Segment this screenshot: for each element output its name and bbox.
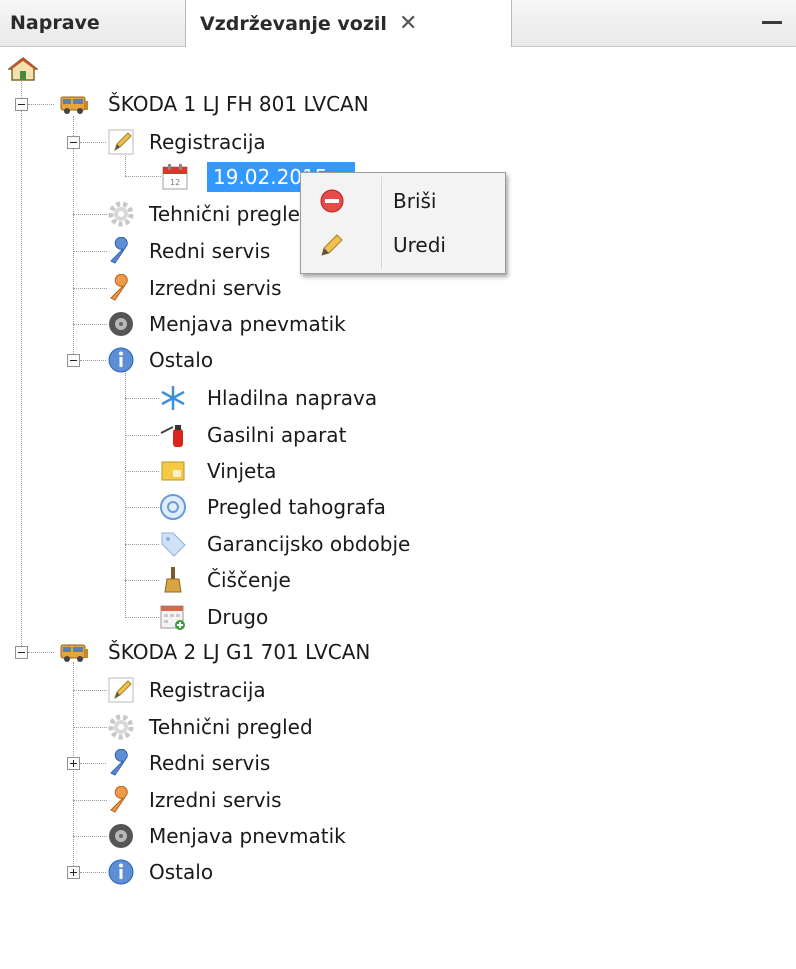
context-menu-delete-label: Briši xyxy=(393,189,437,213)
tree-node-label: Izredni servis xyxy=(149,276,282,300)
orange-wrench-icon xyxy=(110,274,128,301)
tree-node-technical-inspection[interactable]: Tehnični pregled xyxy=(107,197,313,231)
tachograph-icon xyxy=(160,494,186,520)
tree-node-technical-inspection[interactable]: Tehnični pregled xyxy=(107,710,313,744)
tree-node-label: Gasilni aparat xyxy=(207,423,347,447)
vehicle-name: ŠKODA 1 LJ FH 801 LVCAN xyxy=(108,92,369,116)
tree-node-label: Redni servis xyxy=(149,751,271,775)
tree-node-label: Pregled tahografa xyxy=(207,495,386,519)
tree-node-regular-service[interactable]: Redni servis xyxy=(107,746,270,780)
tree-node-label: Hladilna naprava xyxy=(207,386,378,410)
delete-icon xyxy=(320,189,344,213)
context-menu-edit[interactable]: Uredi xyxy=(305,223,499,267)
collapse-toggle-registration-1[interactable] xyxy=(67,136,80,149)
tree-node-tire-change[interactable]: Menjava pnevmatik xyxy=(107,307,346,341)
gear-icon xyxy=(108,714,134,740)
broom-icon xyxy=(164,567,182,593)
blue-wrench-icon xyxy=(110,749,128,776)
pencil-icon xyxy=(108,129,134,155)
info-icon xyxy=(108,347,134,373)
tree-node-label: Ostalo xyxy=(149,348,214,372)
context-menu-delete[interactable]: Briši xyxy=(305,179,499,223)
tree-node-label: Čiščenje xyxy=(207,568,291,592)
tab-vehicle-maintenance[interactable]: Vzdrževanje vozil ✕ xyxy=(185,0,512,47)
truck-icon xyxy=(60,644,88,662)
tree-node-vehicle-2[interactable]: ŠKODA 2 LJ G1 701 LVCAN xyxy=(54,635,370,669)
tree-node-extra-service[interactable]: Izredni servis xyxy=(107,271,282,305)
tree-node-warranty[interactable]: Garancijsko obdobje xyxy=(159,527,410,561)
tree-node-label: Menjava pnevmatik xyxy=(149,312,346,336)
tab-bar: Naprave Vzdrževanje vozil ✕ xyxy=(0,0,796,47)
gear-icon xyxy=(108,201,134,227)
tree-node-registration[interactable]: Registracija xyxy=(107,125,266,159)
svg-text:12: 12 xyxy=(170,178,180,187)
pencil-icon xyxy=(108,677,134,703)
vignette-icon xyxy=(161,461,185,481)
collapse-toggle-vehicle-1[interactable] xyxy=(15,98,28,111)
home-icon[interactable] xyxy=(8,56,38,82)
tree-node-label: Tehnični pregled xyxy=(149,715,313,739)
context-menu-edit-label: Uredi xyxy=(393,233,446,257)
collapse-toggle-vehicle-2[interactable] xyxy=(15,646,28,659)
tree-node-cleaning[interactable]: Čiščenje xyxy=(159,563,291,597)
tree-node-label: Tehnični pregled xyxy=(149,202,313,226)
orange-wrench-icon xyxy=(110,786,128,813)
tab-devices-label: Naprave xyxy=(10,12,100,34)
tree-node-tachograph[interactable]: Pregled tahografa xyxy=(159,490,386,524)
tree-node-other[interactable]: Ostalo xyxy=(107,855,213,889)
minimize-icon[interactable] xyxy=(760,10,784,34)
tire-icon xyxy=(109,312,133,336)
other-calendar-icon xyxy=(160,605,185,630)
tree-node-registration[interactable]: Registracija xyxy=(107,673,266,707)
expand-toggle-service-2[interactable] xyxy=(67,757,80,770)
tab-devices[interactable]: Naprave xyxy=(10,0,182,46)
close-icon[interactable]: ✕ xyxy=(399,11,417,36)
info-icon xyxy=(108,859,134,885)
tree-node-refrigeration[interactable]: Hladilna naprava xyxy=(159,381,377,415)
truck-icon xyxy=(60,96,88,114)
tab-maintenance-label: Vzdrževanje vozil xyxy=(200,12,387,35)
tree-node-label: Ostalo xyxy=(149,860,214,884)
tree-node-other[interactable]: Ostalo xyxy=(107,343,213,377)
collapse-toggle-other-1[interactable] xyxy=(67,354,80,367)
blue-wrench-icon xyxy=(110,237,128,264)
tree-node-other-item[interactable]: Drugo xyxy=(159,600,268,634)
calendar-icon: 12 xyxy=(162,164,188,190)
vehicle-name: ŠKODA 2 LJ G1 701 LVCAN xyxy=(108,640,371,664)
tree-node-extra-service[interactable]: Izredni servis xyxy=(107,783,282,817)
pencil-icon xyxy=(321,234,343,256)
snowflake-icon xyxy=(161,386,185,410)
tree-node-regular-service[interactable]: Redni servis xyxy=(107,234,270,268)
tree-node-vignette[interactable]: Vinjeta xyxy=(159,454,276,488)
tree-node-label: Registracija xyxy=(149,678,266,702)
tree-node-label: Registracija xyxy=(149,130,266,154)
tree-node-label: Izredni servis xyxy=(149,788,282,812)
tire-icon xyxy=(109,824,133,848)
expand-toggle-other-2[interactable] xyxy=(67,866,80,879)
tree-node-label: Menjava pnevmatik xyxy=(149,824,346,848)
fire-extinguisher-icon xyxy=(160,425,183,447)
tree-node-label: Garancijsko obdobje xyxy=(207,532,411,556)
tree-node-label: Redni servis xyxy=(149,239,271,263)
tree-node-tire-change[interactable]: Menjava pnevmatik xyxy=(107,819,346,853)
context-menu: Briši Uredi xyxy=(300,172,506,274)
tree-node-label: Drugo xyxy=(207,605,269,629)
tree-node-fire-extinguisher[interactable]: Gasilni aparat xyxy=(159,418,346,452)
tree-node-vehicle-1[interactable]: ŠKODA 1 LJ FH 801 LVCAN xyxy=(54,87,369,121)
tree-node-label: Vinjeta xyxy=(207,459,277,483)
tag-icon xyxy=(161,532,186,557)
